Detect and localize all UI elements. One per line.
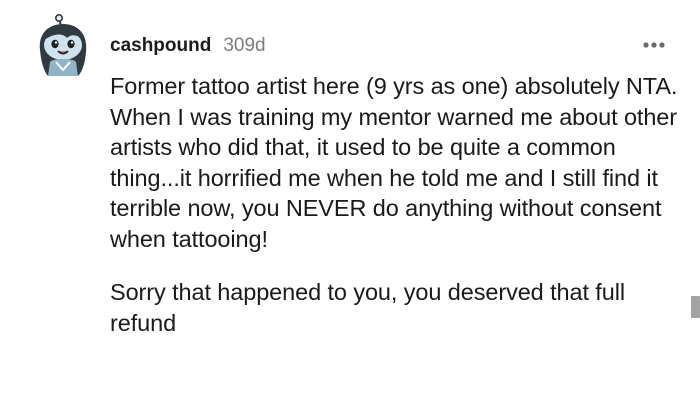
comment-header: cashpound 309d	[110, 33, 266, 59]
comment-paragraph: Sorry that happened to you, you deserved…	[110, 279, 625, 336]
username-link[interactable]: cashpound	[110, 35, 211, 57]
more-horizontal-icon	[643, 42, 665, 48]
snoo-avatar-icon	[39, 13, 87, 76]
comment-body: Former tattoo artist here (9 yrs as one)…	[110, 71, 680, 338]
more-options-button[interactable]	[636, 34, 672, 56]
user-avatar[interactable]	[34, 13, 92, 78]
scrollbar-thumb[interactable]	[691, 296, 700, 318]
comment: cashpound 309d Former tattoo artist here…	[0, 0, 700, 405]
comment-age: 309d	[223, 35, 266, 56]
comment-paragraph: Former tattoo artist here (9 yrs as one)…	[110, 73, 678, 252]
